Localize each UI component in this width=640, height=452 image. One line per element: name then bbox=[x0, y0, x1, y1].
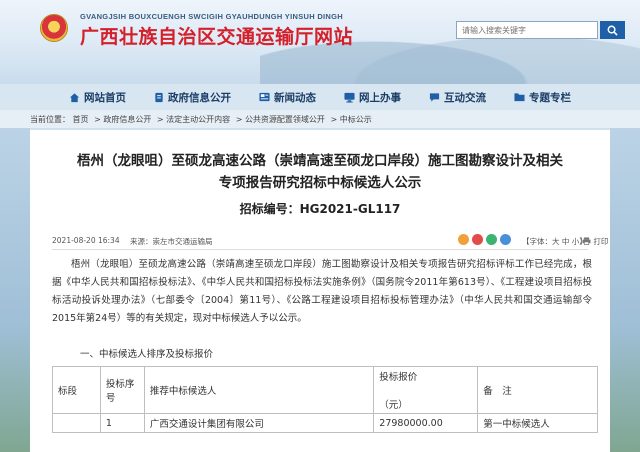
font-size-control: 【字体：大 中 小】 bbox=[522, 236, 587, 247]
nav-item-special-topics[interactable]: 专题专栏 bbox=[500, 84, 585, 110]
source-label: 来源： bbox=[130, 237, 153, 246]
search-icon bbox=[607, 25, 618, 36]
monitor-icon bbox=[344, 92, 355, 103]
table-header-cell: 备 注 bbox=[477, 366, 598, 414]
header-line: （元） bbox=[379, 400, 408, 411]
breadcrumb-separator: > bbox=[330, 115, 338, 124]
article-title: 梧州（龙眼咀）至硕龙高速公路（崇靖高速至硕龙口岸段）施工图勘察设计及相关 专项报… bbox=[30, 150, 610, 194]
table-cell: 27980000.00 bbox=[373, 413, 479, 433]
national-emblem-icon bbox=[40, 14, 68, 42]
print-label: 打印 bbox=[593, 237, 609, 246]
table-header-cell: 推荐中标候选人 bbox=[143, 366, 375, 414]
article-panel: 梧州（龙眼咀）至硕龙高速公路（崇靖高速至硕龙口岸段）施工图勘察设计及相关 专项报… bbox=[30, 130, 610, 452]
nav-item-label: 新闻动态 bbox=[274, 91, 316, 104]
article-source: 来源：崇左市交通运输局 bbox=[130, 236, 213, 247]
article-body: 梧州（龙眼咀）至硕龙高速公路（崇靖高速至硕龙口岸段）施工图勘察设计及相关专项报告… bbox=[52, 259, 592, 324]
breadcrumb-gov-info[interactable]: 政府信息公开 bbox=[103, 115, 151, 124]
source-value: 崇左市交通运输局 bbox=[152, 237, 213, 246]
print-link[interactable]: 打印 bbox=[582, 236, 608, 247]
breadcrumb: 当前位置： 首页 > 政府信息公开 > 法定主动公开内容 > 公共资源配置领域公… bbox=[0, 110, 640, 128]
folder-icon bbox=[514, 92, 525, 102]
nav-item-interaction[interactable]: 互动交流 bbox=[415, 84, 500, 110]
share-toolbar bbox=[458, 234, 511, 245]
site-header: GVANGJSIH BOUXCUENGH SWCIGIH GYAUHDUNGH … bbox=[0, 0, 640, 84]
table-cell bbox=[52, 413, 101, 433]
share-qq-icon[interactable] bbox=[500, 234, 511, 245]
share-qzone-icon[interactable] bbox=[458, 234, 469, 245]
share-weibo-icon[interactable] bbox=[472, 234, 483, 245]
news-icon bbox=[259, 92, 270, 102]
font-size-label: 【字体： bbox=[522, 237, 552, 246]
header-line: 号 bbox=[105, 393, 116, 404]
table-header-cell: 标段 bbox=[52, 366, 101, 414]
font-medium-button[interactable]: 中 bbox=[562, 237, 570, 246]
breadcrumb-public-resource[interactable]: 公共资源配置领域公开 bbox=[245, 115, 325, 124]
article-title-line1: 梧州（龙眼咀）至硕龙高速公路（崇靖高速至硕龙口岸段）施工图勘察设计及相关 bbox=[77, 153, 563, 169]
breadcrumb-prefix: 当前位置： bbox=[30, 115, 70, 124]
section-heading: 一、中标候选人排序及投标报价 bbox=[80, 349, 214, 360]
site-title-pinyin: GVANGJSIH BOUXCUENGH SWCIGIH GYAUHDUNGH … bbox=[80, 12, 343, 21]
publish-date: 2021-08-20 16:34 bbox=[52, 236, 120, 245]
article-title-line2: 专项报告研究招标中标候选人公示 bbox=[218, 175, 422, 191]
breadcrumb-home[interactable]: 首页 bbox=[73, 115, 89, 124]
nav-item-news[interactable]: 新闻动态 bbox=[245, 84, 330, 110]
nav-item-home[interactable]: 网站首页 bbox=[55, 84, 140, 110]
table-header-cell: 投标报价 （元） bbox=[373, 366, 479, 414]
nav-item-label: 政府信息公开 bbox=[168, 91, 231, 104]
header-line: 投标序 bbox=[105, 379, 135, 390]
table-header-cell: 投标序 号 bbox=[99, 366, 145, 414]
share-wechat-icon[interactable] bbox=[486, 234, 497, 245]
main-nav: 网站首页 政府信息公开 新闻动态 网上办事 互动交流 专题专栏 bbox=[0, 84, 640, 110]
table-cell: 1 bbox=[99, 413, 145, 433]
article-meta: 2021-08-20 16:34 来源：崇左市交通运输局 【字体：大 中 小】 … bbox=[52, 232, 608, 250]
background-scenery-right bbox=[610, 128, 640, 452]
printer-icon bbox=[582, 237, 591, 245]
table-cell: 第一中标候选人 bbox=[477, 413, 598, 433]
candidate-table: 标段 投标序 号 推荐中标候选人 投标报价 （元） 备 注 1 广西交通设计集团… bbox=[52, 366, 598, 433]
breadcrumb-bid-notice[interactable]: 中标公示 bbox=[340, 115, 372, 124]
nav-item-label: 专题专栏 bbox=[529, 91, 571, 104]
nav-item-label: 网站首页 bbox=[84, 91, 126, 104]
search-input[interactable] bbox=[456, 21, 598, 39]
breadcrumb-separator: > bbox=[156, 115, 164, 124]
nav-item-gov-info[interactable]: 政府信息公开 bbox=[140, 84, 245, 110]
table-row: 1 广西交通设计集团有限公司 27980000.00 第一中标候选人 bbox=[52, 413, 598, 433]
tender-code: 招标编号：HG2021-GL117 bbox=[239, 202, 401, 216]
background-scenery-left bbox=[0, 128, 30, 452]
header-line: 投标报价 bbox=[379, 372, 418, 383]
nav-item-label: 互动交流 bbox=[444, 91, 486, 104]
table-cell: 广西交通设计集团有限公司 bbox=[143, 413, 375, 433]
breadcrumb-separator: > bbox=[94, 115, 101, 124]
breadcrumb-statutory[interactable]: 法定主动公开内容 bbox=[166, 115, 230, 124]
chat-icon bbox=[429, 92, 440, 103]
table-header-row: 标段 投标序 号 推荐中标候选人 投标报价 （元） 备 注 bbox=[52, 366, 598, 414]
breadcrumb-separator: > bbox=[235, 115, 243, 124]
nav-item-label: 网上办事 bbox=[359, 91, 401, 104]
nav-item-online-service[interactable]: 网上办事 bbox=[330, 84, 415, 110]
font-large-button[interactable]: 大 bbox=[552, 237, 560, 246]
search-button[interactable] bbox=[600, 21, 625, 39]
site-title[interactable]: 广西壮族自治区交通运输厅网站 bbox=[80, 22, 353, 49]
home-icon bbox=[69, 92, 80, 103]
document-icon bbox=[154, 92, 164, 103]
